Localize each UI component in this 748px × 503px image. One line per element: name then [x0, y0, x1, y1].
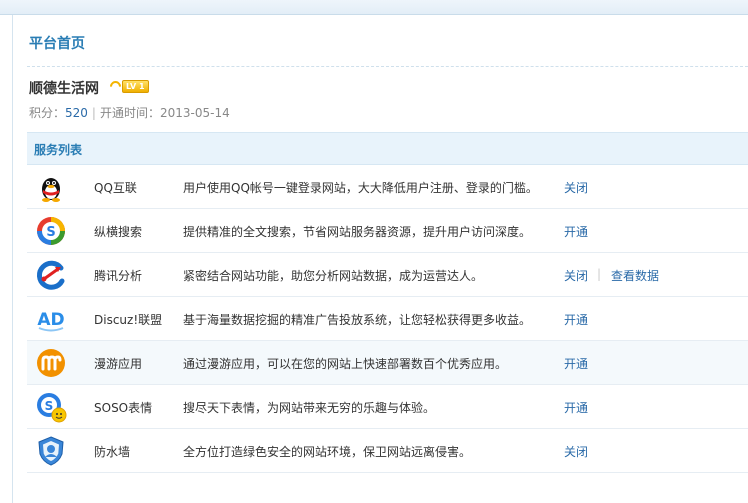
service-row-firewall: 防水墙 全方位打造绿色安全的网站环境，保卫网站远离侵害。 关闭 — [27, 429, 748, 473]
frame-border — [12, 15, 13, 503]
service-name: Discuz!联盟 — [94, 313, 163, 327]
level-badge: LV 1 — [107, 78, 149, 94]
close-service-link[interactable]: 关闭 — [564, 179, 588, 196]
ad-icon: AD — [37, 310, 65, 332]
manyou-icon — [37, 349, 65, 377]
svg-text:AD: AD — [37, 310, 64, 330]
top-bar — [0, 0, 748, 15]
service-desc: 用户使用QQ帐号一键登录网站，大大降低用户注册、登录的门槛。 — [183, 181, 538, 195]
close-service-link[interactable]: 关闭 — [564, 443, 588, 460]
site-meta: 积分：520 | 开通时间：2013-05-14 — [29, 104, 230, 121]
points-label: 积分： — [29, 106, 66, 120]
services-header: 服务列表 — [27, 132, 748, 165]
open-service-link[interactable]: 开通 — [564, 355, 588, 372]
open-time-label: 开通时间： — [99, 106, 160, 120]
site-name: 顺德生活网 — [29, 81, 99, 97]
services-panel: 服务列表 QQ互联 用户使用QQ帐号一键登录网站，大大降低用户注册、登录的门槛。… — [27, 132, 748, 473]
service-row-analytics: 腾讯分析 紧密结合网站功能，助您分析网站数据，成为运营达人。 关闭 | 查看数据 — [27, 253, 748, 297]
view-data-link[interactable]: 查看数据 — [611, 267, 659, 284]
service-name: SOSO表情 — [94, 401, 153, 415]
shield-firewall-icon — [38, 436, 64, 466]
action-separator: | — [597, 267, 602, 281]
service-desc: 紧密结合网站功能，助您分析网站数据，成为运营达人。 — [183, 269, 484, 283]
service-desc: 基于海量数据挖掘的精准广告投放系统，让您轻松获得更多收益。 — [183, 313, 532, 327]
soso-emoticon-icon: S — [37, 393, 67, 423]
qq-penguin-icon — [42, 178, 60, 202]
meta-separator: | — [91, 106, 96, 120]
service-row-discuz-union: AD Discuz!联盟 基于海量数据挖掘的精准广告投放系统，让您轻松获得更多收… — [27, 297, 748, 341]
service-name: 腾讯分析 — [94, 269, 143, 283]
service-row-manyou: 漫游应用 通过漫游应用，可以在您的网站上快速部署数百个优秀应用。 开通 — [27, 341, 748, 385]
page-title: 平台首页 — [29, 36, 85, 52]
services-header-label: 服务列表 — [34, 143, 83, 157]
open-service-link[interactable]: 开通 — [564, 311, 588, 328]
service-row-qq: QQ互联 用户使用QQ帐号一键登录网站，大大降低用户注册、登录的门槛。 关闭 — [27, 165, 748, 209]
service-desc: 提供精准的全文搜索，节省网站服务器资源，提升用户访问深度。 — [183, 225, 532, 239]
service-row-search: S 纵横搜索 提供精准的全文搜索，节省网站服务器资源，提升用户访问深度。 开通 — [27, 209, 748, 253]
level-arc-icon — [107, 78, 124, 94]
service-desc: 全方位打造绿色安全的网站环境，保卫网站远离侵害。 — [183, 445, 472, 459]
svg-text:S: S — [45, 399, 54, 413]
service-name: 漫游应用 — [94, 357, 143, 371]
service-name: QQ互联 — [94, 181, 137, 195]
svg-text:S: S — [46, 225, 55, 240]
open-service-link[interactable]: 开通 — [564, 223, 588, 240]
service-desc: 通过漫游应用，可以在您的网站上快速部署数百个优秀应用。 — [183, 357, 508, 371]
divider — [27, 66, 748, 67]
service-name: 纵横搜索 — [94, 225, 143, 239]
soso-search-icon: S — [37, 217, 65, 245]
analytics-icon — [36, 260, 65, 290]
service-row-soso-emoticon: S SOSO表情 搜尽天下表情，为网站带来无穷的乐趣与体验。 开通 — [27, 385, 748, 429]
points-value: 520 — [65, 106, 88, 120]
open-service-link[interactable]: 开通 — [564, 399, 588, 416]
service-name: 防水墙 — [94, 445, 131, 459]
service-desc: 搜尽天下表情，为网站带来无穷的乐趣与体验。 — [183, 401, 436, 415]
open-time-value: 2013-05-14 — [159, 106, 230, 120]
close-service-link[interactable]: 关闭 — [564, 267, 588, 284]
level-badge-label: LV 1 — [122, 79, 149, 93]
